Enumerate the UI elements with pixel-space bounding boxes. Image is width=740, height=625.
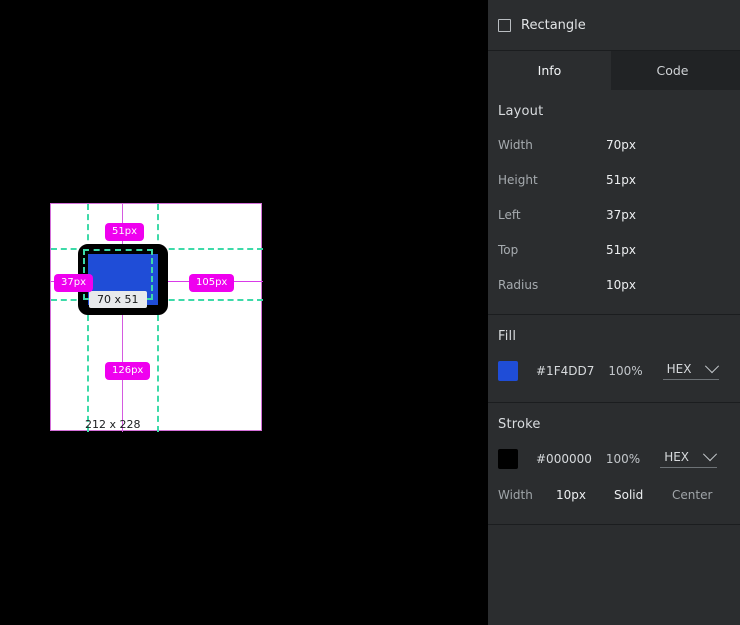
section-layout: Layout Width 70px Height 51px Left 37px … <box>488 90 740 315</box>
panel-header: Rectangle <box>488 0 740 51</box>
layout-row-radius[interactable]: Radius 10px <box>488 267 740 302</box>
fill-hex-value[interactable]: #1F4DD7 <box>536 364 594 378</box>
layout-label-radius: Radius <box>498 278 606 292</box>
section-title-layout: Layout <box>488 104 740 127</box>
layout-label-left: Left <box>498 208 606 222</box>
chevron-down-icon <box>703 447 717 461</box>
chevron-down-icon <box>705 359 719 373</box>
fill-color-mode-select[interactable]: HEX <box>663 362 720 380</box>
layout-value-left[interactable]: 37px <box>606 208 636 222</box>
layout-value-radius[interactable]: 10px <box>606 278 636 292</box>
shape-size-label: 70 x 51 <box>89 291 147 308</box>
fill-color-row: #1F4DD7 100% HEX <box>488 352 740 390</box>
stroke-color-swatch[interactable] <box>498 449 518 469</box>
section-stroke: Stroke #000000 100% HEX Width 10px Solid… <box>488 403 740 525</box>
layout-row-top[interactable]: Top 51px <box>488 232 740 267</box>
fill-color-mode-label: HEX <box>667 362 692 376</box>
badge-right-distance: 105px <box>189 274 234 292</box>
panel-title: Rectangle <box>521 18 586 33</box>
fill-opacity-value[interactable]: 100% <box>608 364 642 378</box>
canvas-area[interactable]: 70 x 51 51px 37px 105px 126px 212 x 228 <box>0 0 488 625</box>
artboard[interactable]: 70 x 51 51px 37px 105px 126px <box>50 203 262 431</box>
stroke-hex-value[interactable]: #000000 <box>536 452 592 466</box>
layout-value-width[interactable]: 70px <box>606 138 636 152</box>
layout-label-height: Height <box>498 173 606 187</box>
tab-code[interactable]: Code <box>611 51 734 90</box>
square-icon <box>498 19 511 32</box>
tab-info[interactable]: Info <box>488 51 611 90</box>
layout-label-width: Width <box>498 138 606 152</box>
section-title-stroke: Stroke <box>488 417 740 440</box>
layout-value-height[interactable]: 51px <box>606 173 636 187</box>
shape-rectangle[interactable]: 70 x 51 <box>83 249 153 300</box>
guide-vertical-right <box>157 204 159 432</box>
fill-color-swatch[interactable] <box>498 361 518 381</box>
badge-bottom-distance: 126px <box>105 362 150 380</box>
layout-row-left[interactable]: Left 37px <box>488 197 740 232</box>
stroke-color-row: #000000 100% HEX <box>488 440 740 478</box>
layout-label-top: Top <box>498 243 606 257</box>
layout-value-top[interactable]: 51px <box>606 243 636 257</box>
layout-row-width[interactable]: Width 70px <box>488 127 740 162</box>
artboard-size-label: 212 x 228 <box>85 418 141 431</box>
stroke-options-row: Width 10px Solid Center <box>488 478 740 512</box>
stroke-style-value[interactable]: Solid <box>614 488 672 502</box>
badge-top-distance: 51px <box>105 223 144 241</box>
section-title-fill: Fill <box>488 329 740 352</box>
section-fill: Fill #1F4DD7 100% HEX <box>488 315 740 403</box>
stroke-width-label: Width <box>498 488 556 502</box>
layout-row-height[interactable]: Height 51px <box>488 162 740 197</box>
stroke-color-mode-label: HEX <box>664 450 689 464</box>
stroke-width-value[interactable]: 10px <box>556 488 614 502</box>
stroke-opacity-value[interactable]: 100% <box>606 452 640 466</box>
guide-vertical-left <box>87 204 89 432</box>
panel-tabs: Info Code <box>488 51 740 90</box>
properties-panel: Rectangle Info Code Layout Width 70px He… <box>488 0 740 625</box>
badge-left-distance: 37px <box>54 274 93 292</box>
stroke-align-value[interactable]: Center <box>672 488 712 502</box>
stroke-color-mode-select[interactable]: HEX <box>660 450 717 468</box>
